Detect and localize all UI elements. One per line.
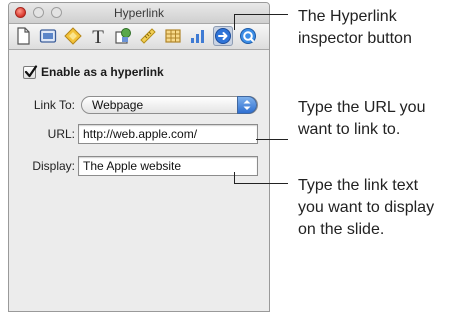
graphic-icon[interactable] — [113, 26, 133, 46]
slide-icon[interactable] — [38, 26, 58, 46]
url-callout-line1: Type the URL you — [298, 99, 426, 116]
inspector-callout-line — [234, 14, 235, 30]
document-icon[interactable] — [13, 26, 33, 46]
metrics-icon[interactable] — [138, 26, 158, 46]
display-callout: Type the link text you want to display o… — [298, 175, 434, 241]
url-callout-line — [256, 139, 288, 140]
title-bar: Hyperlink — [9, 3, 269, 24]
inspector-callout-line1: The Hyperlink — [298, 8, 397, 25]
display-callout-line — [234, 172, 235, 183]
display-callout-line1: Type the link text — [298, 177, 419, 194]
text-icon[interactable]: T — [88, 26, 108, 46]
chart-icon[interactable] — [188, 26, 208, 46]
checkmark-icon — [24, 65, 38, 78]
link-to-select[interactable]: Webpage — [81, 96, 258, 114]
inspector-callout-line2: inspector button — [298, 30, 412, 47]
url-callout-line2: want to link to. — [298, 121, 401, 138]
inspector-callout: The Hyperlink inspector button — [298, 6, 412, 50]
hyperlink-icon[interactable] — [213, 26, 233, 46]
url-callout: Type the URL you want to link to. — [298, 97, 425, 141]
enable-hyperlink-label: Enable as a hyperlink — [41, 65, 164, 79]
quicktime-icon[interactable] — [238, 26, 258, 46]
url-label: URL: — [47, 127, 75, 141]
svg-text:T: T — [92, 27, 104, 46]
inspector-callout-line — [234, 14, 288, 15]
build-icon[interactable] — [63, 26, 83, 46]
display-label: Display: — [32, 159, 75, 173]
select-arrows-icon — [237, 96, 257, 114]
table-icon[interactable] — [163, 26, 183, 46]
window-title: Hyperlink — [113, 6, 164, 20]
url-field[interactable]: http://web.apple.com/ — [78, 124, 258, 144]
display-callout-line2: you want to display — [298, 199, 435, 216]
inspector-toolbar: T — [9, 24, 269, 50]
enable-hyperlink-checkbox[interactable] — [23, 65, 38, 79]
display-callout-line — [234, 183, 288, 184]
hyperlink-pane: Enable as a hyperlink Link To: Webpage U… — [9, 50, 269, 311]
display-callout-line3: on the slide. — [298, 221, 385, 238]
link-to-value: Webpage — [92, 98, 144, 112]
display-field[interactable]: The Apple website — [78, 156, 258, 176]
hyperlink-inspector-window: Hyperlink T Enable as a hyperlink Link T… — [8, 2, 270, 312]
link-to-label: Link To: — [33, 98, 75, 112]
